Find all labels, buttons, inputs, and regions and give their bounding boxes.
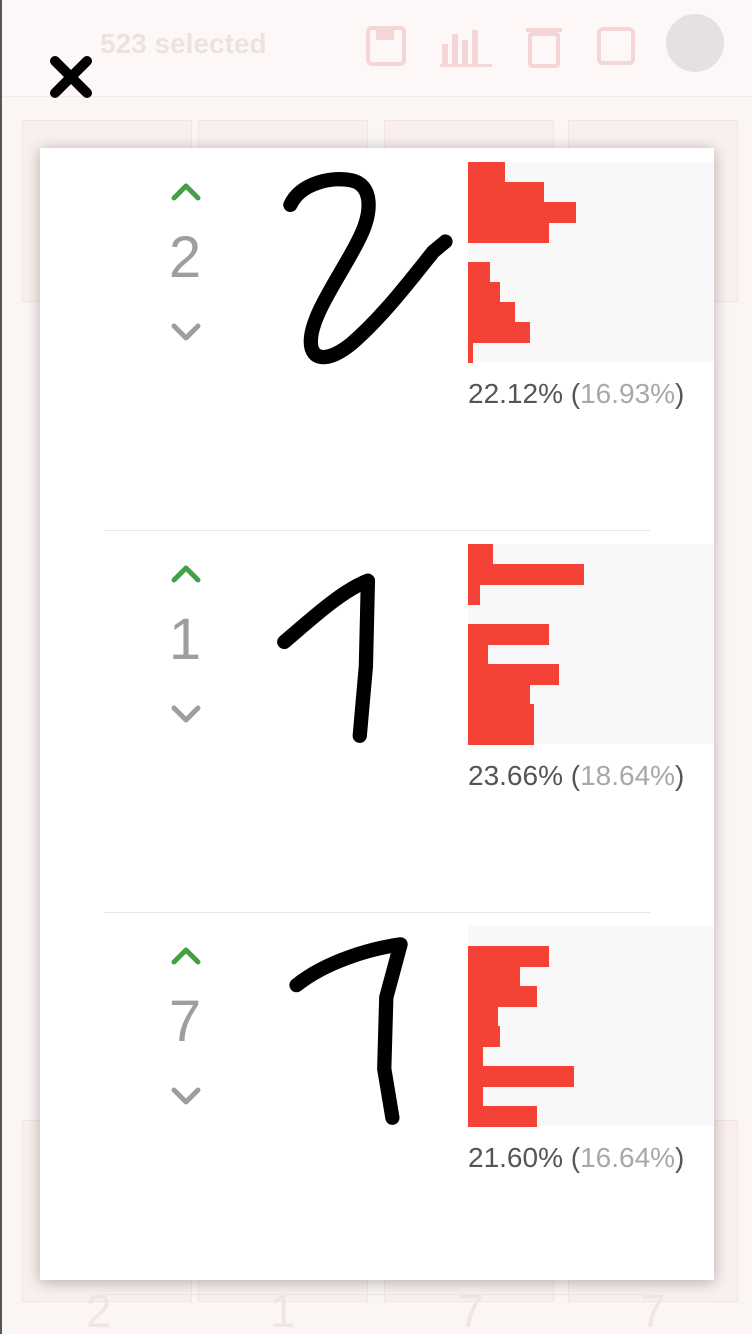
stats-paren: ( <box>570 1142 581 1173</box>
list-item: 2 22.12% (16.93%) <box>104 148 714 531</box>
primary-percent: 23.66% <box>468 760 563 791</box>
secondary-percent: 18.64% <box>580 760 676 791</box>
stats-paren: ) <box>675 760 685 791</box>
histogram-bar <box>468 664 560 685</box>
histogram-bar <box>468 564 584 585</box>
avatar[interactable] <box>666 14 724 72</box>
close-icon <box>50 56 92 98</box>
vote-up-icon[interactable] <box>170 180 202 204</box>
confidence-stats: 23.66% (18.64%) <box>468 760 684 792</box>
stats-paren: ( <box>570 760 581 791</box>
predicted-label: 2 <box>168 225 202 290</box>
histogram-bar <box>468 624 550 645</box>
digit-image[interactable] <box>270 926 474 1130</box>
histogram-bar <box>468 162 505 183</box>
histogram-bar <box>468 182 545 203</box>
digit-image[interactable] <box>270 544 474 748</box>
list-item: 7 21.60% (16.64%) <box>104 912 714 1295</box>
histogram-bar <box>468 946 550 967</box>
stats-paren: ) <box>675 1142 685 1173</box>
histogram-bar <box>468 724 535 745</box>
histogram-bar <box>468 342 473 363</box>
histogram-bar <box>468 544 493 565</box>
vote-down-icon[interactable] <box>170 320 202 344</box>
stats-paren: ( <box>570 378 581 409</box>
confidence-stats: 22.12% (16.93%) <box>468 378 684 410</box>
histogram-bar <box>468 684 530 705</box>
vote-down-icon[interactable] <box>170 1084 202 1108</box>
predicted-label: 7 <box>168 989 202 1054</box>
histogram-bar <box>468 1006 498 1027</box>
class-histogram <box>468 162 714 363</box>
vote-down-icon[interactable] <box>170 702 202 726</box>
primary-percent: 21.60% <box>468 1142 563 1173</box>
digit-image[interactable] <box>270 162 474 366</box>
histogram-bar <box>468 1026 500 1047</box>
secondary-percent: 16.93% <box>580 378 676 409</box>
save-icon[interactable] <box>364 24 408 73</box>
histogram-bar <box>468 1086 483 1107</box>
histogram-bar <box>468 966 520 987</box>
histogram-bar <box>468 322 530 343</box>
histogram-bar <box>468 986 537 1007</box>
stats-paren: ) <box>675 378 685 409</box>
vote-up-icon[interactable] <box>170 944 202 968</box>
trash-icon[interactable] <box>524 24 564 73</box>
confidence-stats: 21.60% (16.64%) <box>468 1142 684 1174</box>
checkbox-icon[interactable] <box>596 24 636 73</box>
histogram-bar <box>468 1066 574 1087</box>
histogram-bar <box>468 704 535 725</box>
histogram-bar <box>468 202 577 223</box>
class-histogram <box>468 926 714 1127</box>
label-review-panel: 2 22.12% (16.93%) 1 23.66% (18.64%) 7 21… <box>40 148 714 1295</box>
histogram-bar <box>468 1106 537 1127</box>
histogram-bar <box>468 644 488 665</box>
close-button[interactable] <box>46 52 96 102</box>
bar-chart-icon[interactable] <box>438 24 494 73</box>
histogram-bar <box>468 282 500 303</box>
secondary-percent: 16.64% <box>580 1142 676 1173</box>
histogram-bar <box>468 262 491 283</box>
histogram-bar <box>468 222 550 243</box>
selection-toolbar: 523 selected <box>2 0 752 97</box>
predicted-label: 1 <box>168 607 202 672</box>
class-histogram <box>468 544 714 745</box>
primary-percent: 22.12% <box>468 378 563 409</box>
vote-up-icon[interactable] <box>170 562 202 586</box>
histogram-bar <box>468 302 515 323</box>
selected-count: 523 selected <box>100 28 267 59</box>
histogram-bar <box>468 1046 483 1067</box>
list-item: 1 23.66% (18.64%) <box>104 530 714 913</box>
histogram-bar <box>468 584 481 605</box>
